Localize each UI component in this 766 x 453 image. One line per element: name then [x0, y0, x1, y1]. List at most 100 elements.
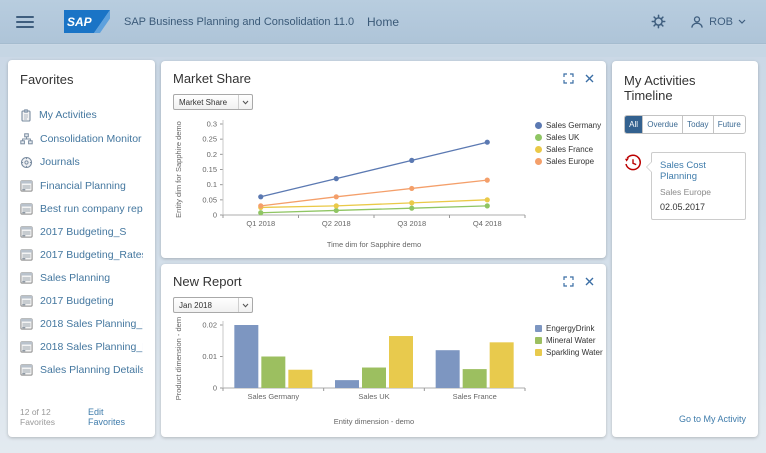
legend-label: Sales Germany — [546, 121, 602, 130]
favorite-item-journals[interactable]: Journals — [20, 150, 143, 174]
favorite-label: Consolidation Monitor — [40, 132, 142, 145]
close-icon[interactable] — [585, 277, 594, 286]
market-share-actions — [563, 73, 594, 84]
shell-sub-band — [0, 45, 766, 57]
legend-label: Sales UK — [546, 133, 580, 142]
new-report-legend: EngergyDrink Mineral Water Sparkling Water — [535, 317, 603, 432]
favorite-item-2017-budgeting-rates[interactable]: 2017 Budgeting_Rates — [20, 243, 143, 266]
expand-icon[interactable] — [563, 73, 574, 84]
new-report-chart-row: Product dimension - demo 0 0.01 0.02 Sales G… — [173, 313, 603, 432]
favorite-item-best-run-company-report[interactable]: Best run company report — [20, 197, 143, 220]
legend-label: Sales France — [546, 145, 594, 154]
user-name: ROB — [709, 15, 733, 28]
favorite-label: 2017 Budgeting — [40, 294, 114, 307]
hamburger-menu-icon[interactable] — [16, 13, 34, 31]
favorite-item-financial-planning[interactable]: Financial Planning — [20, 174, 143, 197]
svg-text:Product dimension - demo: Product dimension - demo — [174, 317, 183, 400]
favorites-list: My Activities Consolidation Monitor Journa… — [20, 103, 143, 381]
svg-text:0.1: 0.1 — [207, 180, 217, 189]
timeline-tab-overdue[interactable]: Overdue — [642, 116, 682, 133]
chevron-down-icon — [738, 19, 746, 24]
legend-item: Sales France — [535, 145, 601, 154]
chevron-down-icon — [238, 298, 252, 312]
timeline-footer: Go to My Activity — [679, 409, 746, 427]
report-icon — [20, 363, 33, 376]
favorite-item-sales-planning-details[interactable]: Sales Planning Details — [20, 358, 143, 381]
legend-label: Mineral Water — [546, 336, 596, 345]
market-share-chart-row: Entity dim for Sapphire demo 0 0.05 0.1 0.15… — [173, 114, 601, 255]
svg-text:0.25: 0.25 — [202, 135, 217, 144]
report-icon — [20, 248, 33, 261]
new-report-title: New Report — [173, 274, 242, 289]
svg-text:0.02: 0.02 — [202, 321, 217, 330]
report-icon — [20, 225, 33, 238]
legend-item: Sparkling Water — [535, 348, 603, 357]
activity-subtitle: Sales Europe — [660, 187, 712, 197]
sap-logo: SAP — [64, 10, 110, 33]
timeline-tab-all[interactable]: All — [625, 116, 643, 133]
activity-title-link[interactable]: Sales Cost Planning — [660, 160, 737, 182]
favorite-item-sales-planning[interactable]: Sales Planning — [20, 266, 143, 289]
favorite-label: 2018 Sales Planning_KJ — [40, 317, 143, 330]
timeline-tab-today[interactable]: Today — [682, 116, 713, 133]
legend-label: Sparkling Water — [546, 348, 603, 357]
legend-item: EngergyDrink — [535, 324, 603, 333]
new-report-chart: Product dimension - demo 0 0.01 0.02 Sales G… — [173, 313, 533, 432]
timeline-title: My Activities Timeline — [624, 73, 696, 103]
close-icon[interactable] — [585, 74, 594, 83]
activity-card[interactable]: Sales Cost Planning Sales Europe 02.05.2… — [646, 152, 746, 220]
svg-text:Sales UK: Sales UK — [358, 392, 389, 401]
settings-gear-icon[interactable] — [651, 14, 666, 29]
legend-label: EngergyDrink — [546, 324, 595, 333]
market-share-title: Market Share — [173, 71, 252, 86]
legend-item: Sales UK — [535, 133, 601, 142]
favorite-label: 2017 Budgeting_S — [40, 225, 127, 238]
report-icon — [20, 294, 33, 307]
svg-text:0.15: 0.15 — [202, 165, 217, 174]
favorite-label: Sales Planning — [40, 271, 111, 284]
svg-text:0.05: 0.05 — [202, 195, 217, 204]
svg-text:0.3: 0.3 — [207, 120, 217, 129]
legend-bullet — [535, 349, 542, 356]
svg-text:Q1 2018: Q1 2018 — [246, 219, 275, 228]
clipboard-icon — [20, 108, 32, 122]
activity-date: 02.05.2017 — [660, 202, 706, 212]
svg-text:Entity dim for Sapphire demo: Entity dim for Sapphire demo — [174, 121, 183, 218]
person-icon — [690, 15, 704, 29]
favorites-footer: 12 of 12 Favorites Edit Favorites — [20, 407, 143, 427]
legend-bullet — [535, 337, 542, 344]
overdue-clock-icon — [624, 154, 642, 220]
favorite-item-2018-sales-planning-kj[interactable]: 2018 Sales Planning_KJ — [20, 312, 143, 335]
favorite-item-2017-budgeting[interactable]: 2017 Budgeting — [20, 289, 143, 312]
product-title: SAP Business Planning and Consolidation … — [124, 15, 355, 28]
timeline-tab-future[interactable]: Future — [712, 116, 745, 133]
activities-timeline-panel: My Activities Timeline All Overdue Today Fu… — [612, 61, 758, 437]
favorite-item-my-activities[interactable]: My Activities — [20, 103, 143, 127]
expand-icon[interactable] — [563, 276, 574, 287]
market-share-dropdown[interactable]: Market Share — [173, 94, 253, 110]
legend-bullet — [535, 325, 542, 332]
favorite-item-2017-budgeting-s[interactable]: 2017 Budgeting_S — [20, 220, 143, 243]
favorite-item-consolidation-monitor[interactable]: Consolidation Monitor — [20, 127, 143, 150]
go-to-my-activity-link[interactable]: Go to My Activity — [679, 414, 746, 424]
org-chart-icon — [20, 132, 33, 145]
svg-text:0.2: 0.2 — [207, 150, 217, 159]
market-share-panel: Market Share Market Share Entity dim for… — [161, 61, 606, 258]
shell-right: ROB — [651, 14, 766, 29]
new-report-dropdown[interactable]: Jan 2018 — [173, 297, 253, 313]
favorite-item-2018-sales-planning-kj2[interactable]: 2018 Sales Planning_KJ2 — [20, 335, 143, 358]
shell-left: SAP SAP Business Planning and Consolidat… — [0, 10, 354, 33]
edit-favorites-link[interactable]: Edit Favorites — [88, 407, 143, 427]
nav-home[interactable]: Home — [367, 15, 399, 29]
market-share-legend: Sales Germany Sales UK Sales France Sales E… — [535, 114, 601, 255]
svg-text:SAP: SAP — [67, 15, 93, 29]
new-report-panel: New Report Jan 2018 Product dimension - … — [161, 264, 606, 437]
legend-item: Sales Europe — [535, 157, 601, 166]
favorite-label: Financial Planning — [40, 179, 126, 192]
legend-bullet — [535, 134, 542, 141]
legend-item: Mineral Water — [535, 336, 603, 345]
svg-text:0: 0 — [213, 211, 217, 220]
report-icon — [20, 317, 33, 330]
svg-text:Entity dimension - demo: Entity dimension - demo — [334, 417, 414, 426]
user-menu[interactable]: ROB — [690, 15, 746, 29]
